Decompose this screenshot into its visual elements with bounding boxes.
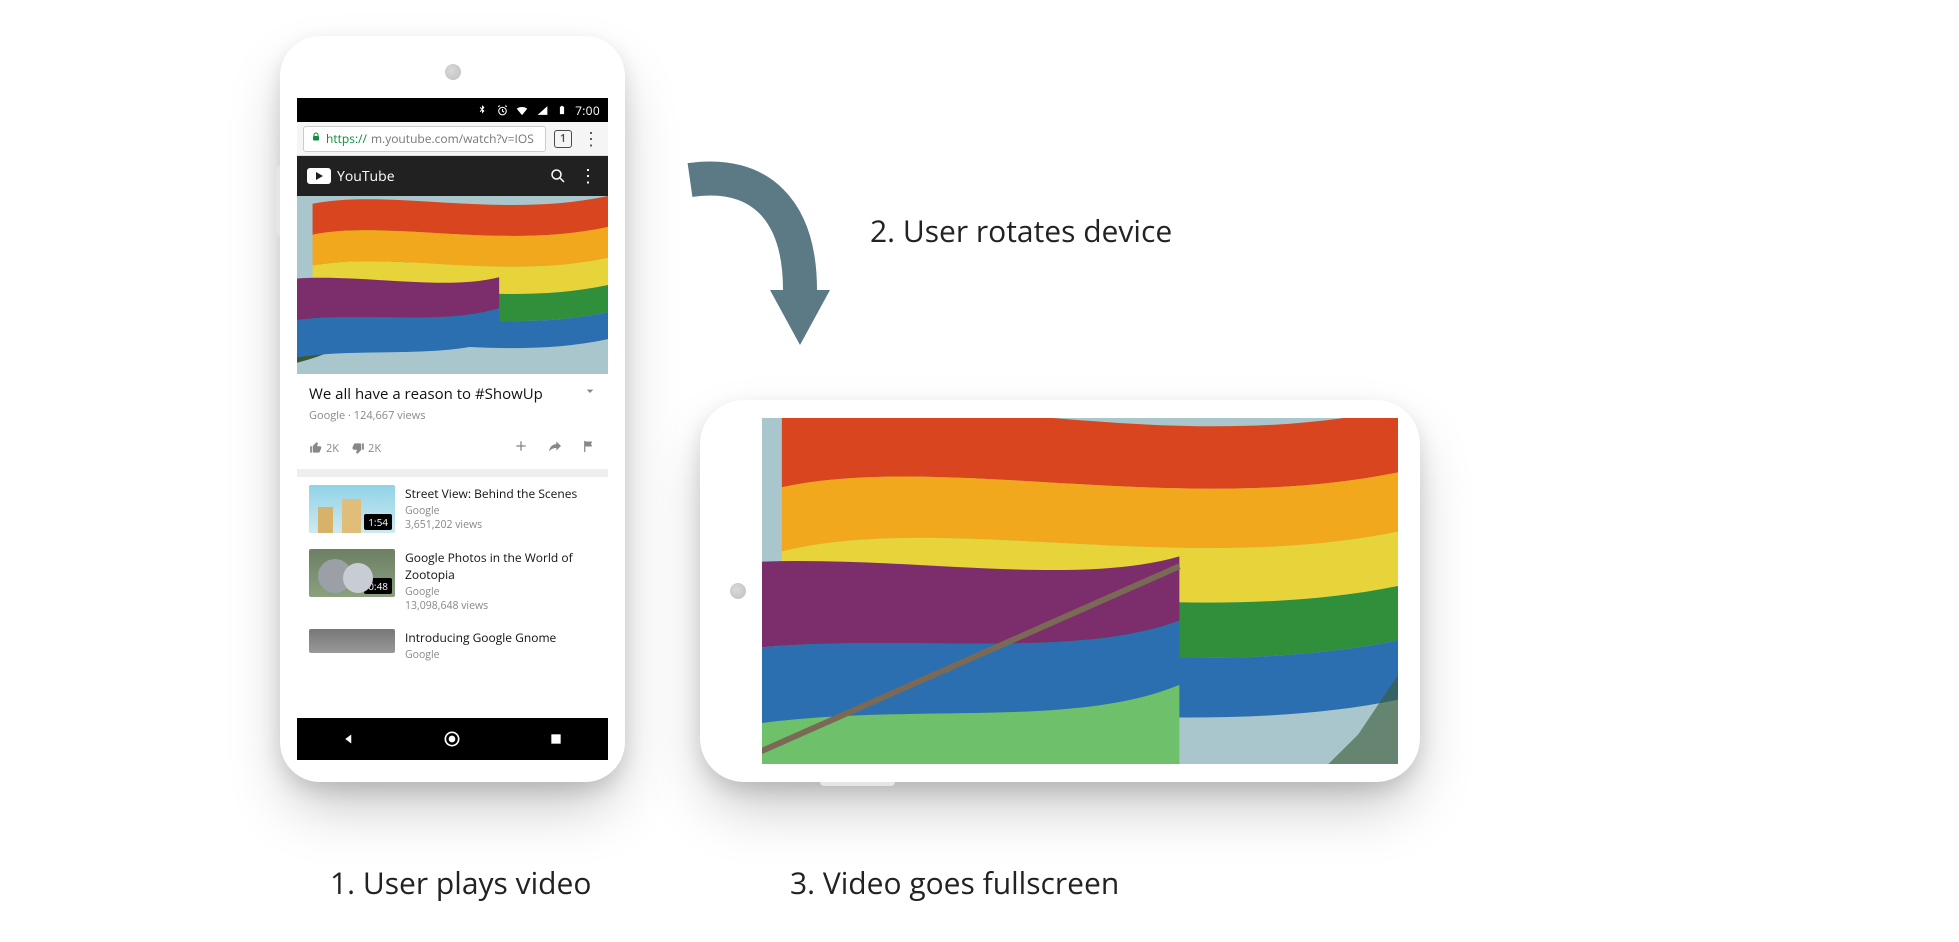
phone-landscape <box>700 400 1420 782</box>
alarm-icon <box>495 103 509 117</box>
chevron-down-icon <box>582 383 598 399</box>
related-row[interactable]: 0:48 Google Photos in the World of Zooto… <box>297 541 608 621</box>
nav-home-button[interactable] <box>441 728 463 750</box>
share-icon <box>547 438 563 454</box>
caption-step-3: 3. Video goes fullscreen <box>790 862 1119 903</box>
related-views: 13,098,648 views <box>405 599 488 613</box>
duration-badge: 1:54 <box>364 514 392 530</box>
related-title: Google Photos in the World of Zootopia <box>405 549 596 583</box>
related-title: Introducing Google Gnome <box>405 629 556 646</box>
related-thumbnail: 1:54 <box>309 485 395 533</box>
video-frame-flag <box>297 196 608 374</box>
url-rest: m.youtube.com/watch?v=IOS <box>371 130 534 147</box>
android-navbar <box>297 718 608 760</box>
video-channel[interactable]: Google <box>309 408 345 423</box>
search-icon <box>549 167 567 185</box>
chrome-menu-button[interactable]: ⋮ <box>580 130 602 148</box>
statusbar-time: 7:00 <box>575 102 600 119</box>
phone-portrait-screen: 7:00 https:// m.youtube.com/watch?v=IOS … <box>297 98 608 760</box>
flag-button[interactable] <box>581 437 596 459</box>
nav-recents-icon <box>548 731 564 747</box>
caption-step-2: 2. User rotates device <box>870 210 1172 251</box>
video-meta: We all have a reason to #ShowUp Google ·… <box>297 374 608 431</box>
phone-speaker-icon <box>445 64 461 80</box>
url-scheme: https:// <box>326 130 367 147</box>
fullscreen-video-frame[interactable] <box>762 418 1398 764</box>
expand-description-button[interactable] <box>582 382 598 404</box>
add-to-button[interactable] <box>513 437 529 459</box>
chrome-omnibar: https:// m.youtube.com/watch?v=IOS 1 ⋮ <box>297 122 608 156</box>
video-subline: Google · 124,667 views <box>309 408 596 423</box>
youtube-brand-text: YouTube <box>337 167 395 186</box>
related-views: 3,651,202 views <box>405 518 482 532</box>
related-row[interactable]: 1:54 Street View: Behind the Scenes Goog… <box>297 477 608 541</box>
phone-speaker-icon <box>730 583 746 599</box>
bluetooth-icon <box>475 103 489 117</box>
video-player[interactable] <box>297 196 608 374</box>
video-actions: 2K 2K <box>297 431 608 477</box>
battery-icon <box>555 103 569 117</box>
related-thumbnail <box>309 629 395 653</box>
cell-signal-icon <box>535 103 549 117</box>
thumbs-down-icon <box>351 441 365 455</box>
related-row[interactable]: Introducing Google Gnome Google <box>297 621 608 662</box>
tab-switcher-button[interactable]: 1 <box>554 130 572 148</box>
nav-back-button[interactable] <box>338 728 360 750</box>
caption-step-1: 1. User plays video <box>330 862 591 903</box>
phone-landscape-screen <box>762 418 1398 764</box>
video-views: 124,667 views <box>354 408 426 423</box>
flag-icon <box>581 439 596 454</box>
youtube-logo[interactable]: YouTube <box>307 167 395 186</box>
like-button[interactable]: 2K <box>309 441 339 456</box>
related-channel: Google <box>405 585 440 599</box>
plus-icon <box>513 438 529 454</box>
related-videos: 1:54 Street View: Behind the Scenes Goog… <box>297 477 608 663</box>
video-title: We all have a reason to #ShowUp <box>309 384 596 404</box>
like-count: 2K <box>326 441 339 456</box>
related-channel: Google <box>405 648 440 662</box>
lock-icon <box>310 130 322 147</box>
related-channel: Google <box>405 504 440 518</box>
dislike-button[interactable]: 2K <box>351 441 381 456</box>
dislike-count: 2K <box>368 441 381 456</box>
thumbs-up-icon <box>309 441 323 455</box>
youtube-app-header: YouTube ⋮ <box>297 156 608 196</box>
related-title: Street View: Behind the Scenes <box>405 485 577 502</box>
duration-badge: 0:48 <box>364 578 392 594</box>
nav-home-icon <box>442 729 462 749</box>
nav-recents-button[interactable] <box>545 728 567 750</box>
rotate-arrow-icon <box>670 150 850 385</box>
wifi-icon <box>515 103 529 117</box>
android-statusbar: 7:00 <box>297 98 608 122</box>
youtube-menu-button[interactable]: ⋮ <box>578 166 598 186</box>
url-input[interactable]: https:// m.youtube.com/watch?v=IOS <box>303 126 546 152</box>
related-thumbnail: 0:48 <box>309 549 395 597</box>
youtube-play-icon <box>307 168 331 184</box>
search-button[interactable] <box>548 166 568 186</box>
nav-back-icon <box>340 730 358 748</box>
phone-portrait: 7:00 https:// m.youtube.com/watch?v=IOS … <box>280 36 625 782</box>
share-button[interactable] <box>547 437 563 459</box>
